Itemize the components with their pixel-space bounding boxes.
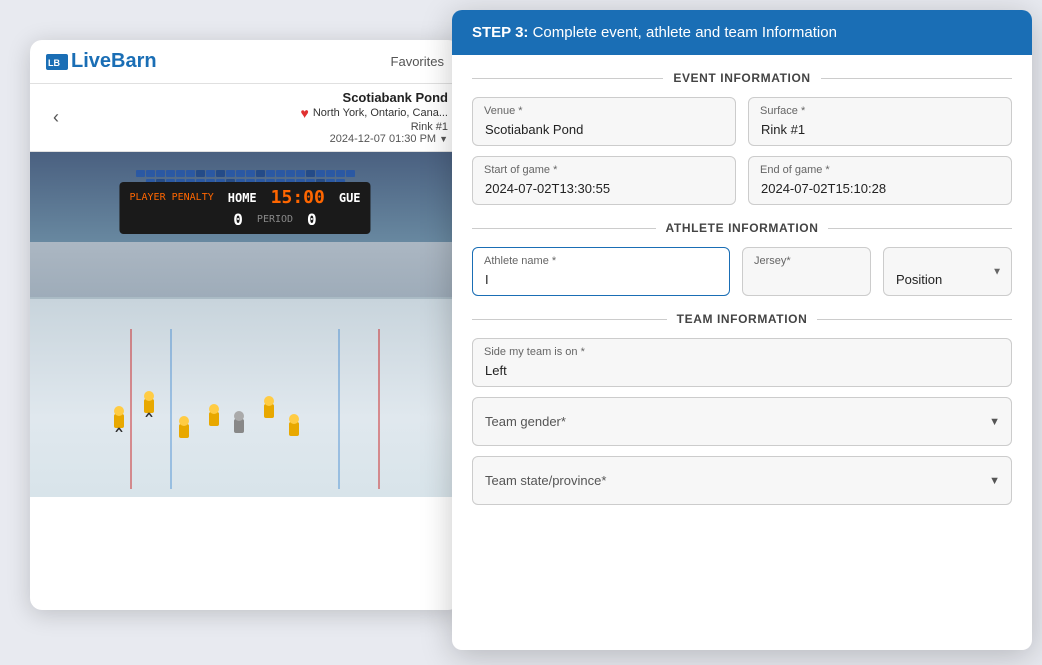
team-state-wrap: Team state/province* Ontario Quebec Brit… [472,456,1012,505]
step3-form-panel: STEP 3: Complete event, athlete and team… [452,10,1032,650]
venue-location-display: North York, Ontario, Cana... [313,107,448,119]
end-game-input[interactable] [748,156,1012,205]
form-header: STEP 3: Complete event, athlete and team… [452,10,1032,55]
step-description: Complete event, athlete and team Informa… [533,24,837,41]
team-side-field-wrap: Side my team is on * [472,338,1012,387]
team-divider-line-left [472,319,667,320]
team-section-label: TEAM INFORMATION [677,312,808,326]
divider-line-right [821,78,1012,79]
athlete-row: Athlete name * Jersey* Position Forward … [472,247,1012,296]
livebarn-panel: LB LiveBarn Favorites ‹ Scotiabank Pond … [30,40,460,610]
start-game-input[interactable] [472,156,736,205]
venue-field: Venue * [472,97,736,146]
player-3 [175,414,193,447]
rink-number-display: Rink #1 [70,121,448,133]
athlete-section-divider: ATHLETE INFORMATION [472,221,1012,235]
team-gender-wrap: Team gender* Male Female Mixed [472,397,1012,446]
datetime-row: Start of game * End of game * [472,156,1012,205]
player-2 [140,389,158,422]
venue-name-display: Scotiabank Pond [70,90,448,105]
start-game-field: Start of game * [472,156,736,205]
favorites-link[interactable]: Favorites [391,54,444,69]
team-state-select[interactable]: Team state/province* Ontario Quebec Brit… [472,456,1012,505]
position-select[interactable]: Position Forward Defense Goalie [883,247,1012,296]
end-game-field: End of game * [748,156,1012,205]
athlete-section-label: ATHLETE INFORMATION [666,221,819,235]
jersey-field: Jersey* [742,247,871,296]
position-select-wrapper: Position Forward Defense Goalie [883,247,1012,296]
player-6 [260,394,278,427]
event-section-label: EVENT INFORMATION [673,71,810,85]
svg-text:LB: LB [48,58,60,68]
back-icon: ‹ [53,107,59,128]
team-gender-select[interactable]: Team gender* Male Female Mixed [472,397,1012,446]
back-button[interactable]: ‹ [42,104,70,132]
venue-input[interactable] [472,97,736,146]
event-section-divider: EVENT INFORMATION [472,71,1012,85]
step-label: STEP 3: [472,24,528,41]
team-section-divider: TEAM INFORMATION [472,312,1012,326]
datetime-display: 2024-12-07 01:30 PM [330,133,436,145]
logo-text: LiveBarn [71,50,157,73]
ice-surface [30,297,460,497]
favorite-icon[interactable]: ♥ [301,105,309,121]
athlete-divider-line-left [472,228,656,229]
athlete-name-field: Athlete name * [472,247,730,296]
team-side-input[interactable] [472,338,1012,387]
surface-field: Surface * [748,97,1012,146]
livebarn-header: LB LiveBarn Favorites [30,40,460,84]
video-area: PLAYER PENALTY HOME 15:00 GUE 0 PERIOD 0 [30,152,460,497]
athlete-name-input[interactable] [472,247,730,296]
team-divider-line-right [817,319,1012,320]
position-field: Position Forward Defense Goalie [883,247,1012,296]
divider-line-left [472,78,663,79]
bottom-spacer [472,515,1012,545]
player-4 [205,402,223,435]
athlete-divider-line-right [828,228,1012,229]
venue-surface-row: Venue * Surface * [472,97,1012,146]
livebarn-logo: LB LiveBarn [46,50,157,73]
player-1 [110,404,128,437]
dropdown-arrow-icon[interactable]: ▼ [439,134,448,144]
player-5 [230,409,248,442]
livebarn-logo-icon: LB [46,54,68,70]
player-7 [285,412,303,445]
scoreboard: PLAYER PENALTY HOME 15:00 GUE 0 PERIOD 0 [119,182,370,234]
form-body: EVENT INFORMATION Venue * Surface * Star… [452,55,1032,643]
surface-input[interactable] [748,97,1012,146]
jersey-input[interactable] [742,247,871,296]
